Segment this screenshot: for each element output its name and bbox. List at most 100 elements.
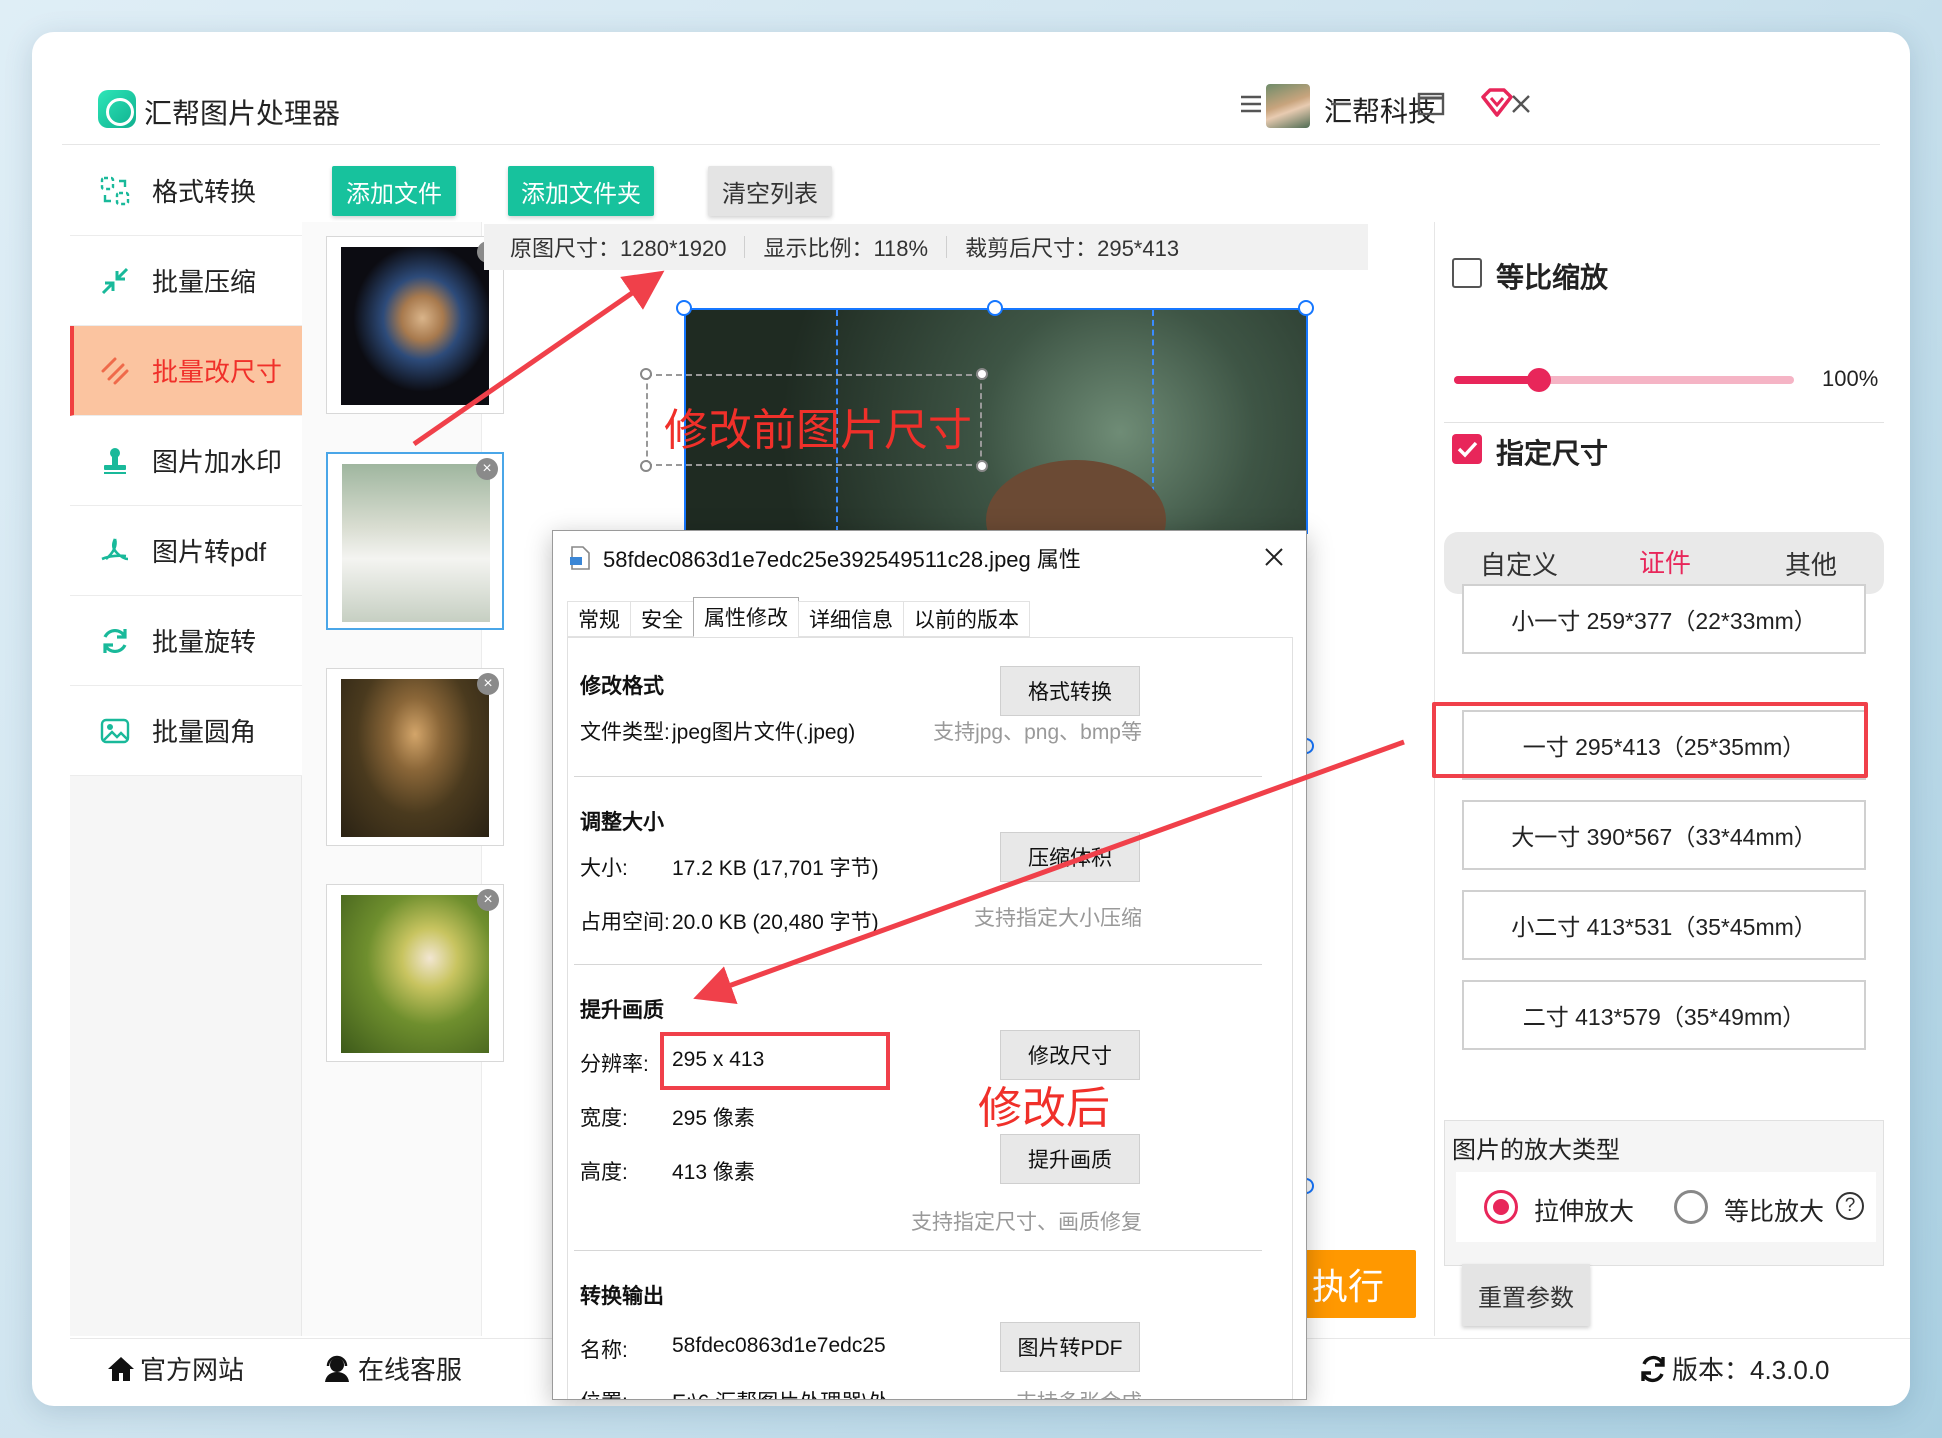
size-option[interactable]: 大一寸 390*567（33*44mm） [1462,800,1866,870]
sidebar-item-label: 批量旋转 [152,627,257,657]
resize-icon [98,354,132,388]
format-hint: 支持jpg、png、bmp等 [933,721,1142,744]
add-folder-button[interactable]: 添加文件夹 [508,166,654,216]
annotation-handle [976,368,988,380]
thumbnail-item[interactable]: × [326,884,504,1062]
tab-details[interactable]: 详细信息 [798,601,904,637]
before-size-annotation: 修改前图片尺寸 [664,406,972,455]
dialog-close-icon[interactable] [1256,539,1292,575]
resolution-highlight [660,1032,890,1090]
refresh-icon [1641,1355,1665,1382]
divider [744,236,746,258]
annotation-handle [640,368,652,380]
app-window: 汇帮图片处理器 汇帮科技 格式转换 批量压缩 批量改尺寸 图片加水印 图片转pd… [32,32,1910,1406]
version-info[interactable]: 版本：4.3.0.0 [1638,1350,1830,1387]
thumbnail-item[interactable]: × [326,236,504,414]
sidebar-item-label: 批量压缩 [152,267,257,297]
resolution-label: 分辨率: [580,1053,649,1076]
preview-subject [986,460,1166,532]
compress-button[interactable]: 压缩体积 [1000,832,1140,882]
crop-handle[interactable] [1298,300,1314,316]
sidebar: 格式转换 批量压缩 批量改尺寸 图片加水印 图片转pdf 批量旋转 批量圆角 [70,146,302,1336]
minimize-icon[interactable] [1316,82,1366,126]
sidebar-item-compress[interactable]: 批量压缩 [70,236,302,326]
help-icon[interactable]: ? [1836,1192,1864,1220]
specified-size-checkbox[interactable] [1452,434,1482,464]
after-annotation: 修改后 [978,1084,1110,1133]
sidebar-item-roundcorner[interactable]: 批量圆角 [70,686,302,776]
sidebar-item-label: 图片加水印 [152,447,283,477]
remove-thumbnail-icon[interactable]: × [477,673,499,695]
width-value: 295 像素 [672,1107,755,1130]
proportional-zoom-label: 等比放大 [1724,1198,1825,1226]
proportional-zoom-radio[interactable] [1674,1190,1708,1224]
sidebar-item-rotate[interactable]: 批量旋转 [70,596,302,686]
sidebar-item-label: 批量改尺寸 [152,357,283,387]
close-icon[interactable] [1496,82,1546,126]
sidebar-item-label: 图片转pdf [152,537,267,567]
sidebar-item-resize[interactable]: 批量改尺寸 [70,326,302,416]
dialog-titlebar: 58fdec0863d1e7edc25e392549511c28.jpeg 属性 [553,531,1306,585]
compress-hint: 支持指定大小压缩 [974,907,1142,930]
tab-previous-versions[interactable]: 以前的版本 [903,601,1030,637]
resize-button[interactable]: 修改尺寸 [1000,1030,1140,1080]
divider [574,1250,1262,1251]
divider [574,776,1262,777]
dialog-tabs: 常规 安全 属性修改 详细信息 以前的版本 [567,597,1030,637]
crop-handle[interactable] [987,300,1003,316]
sidebar-item-topdf[interactable]: 图片转pdf [70,506,302,596]
enhance-quality-button[interactable]: 提升画质 [1000,1134,1140,1184]
tab-general[interactable]: 常规 [567,601,631,637]
menu-icon[interactable] [1226,82,1276,126]
thumbnail-image [341,679,489,837]
dialog-title: 58fdec0863d1e7edc25e392549511c28.jpeg 属性 [603,547,1081,572]
width-label: 宽度: [580,1107,628,1130]
reset-params-button[interactable]: 重置参数 [1462,1264,1590,1326]
to-pdf-button[interactable]: 图片转PDF [1000,1322,1140,1372]
quality-hint: 支持指定尺寸、画质修复 [911,1211,1142,1234]
sidebar-item-format[interactable]: 格式转换 [70,146,302,236]
online-service-label: 在线客服 [358,1355,463,1385]
stretch-label: 拉伸放大 [1534,1198,1635,1226]
crop-handle[interactable] [676,300,692,316]
file-icon [570,546,590,570]
file-type-value: jpeg图片文件(.jpeg) [672,721,856,744]
tab-security[interactable]: 安全 [630,601,694,637]
location-value: E:\6.汇帮图片处理器\处 [672,1386,898,1399]
thumbnail-item[interactable]: × [326,668,504,846]
clear-list-button[interactable]: 清空列表 [708,166,832,216]
version-label: 版本：4.3.0.0 [1672,1355,1830,1385]
tab-property-edit[interactable]: 属性修改 [693,597,799,637]
format-convert-icon [98,174,132,208]
thumbnail-list: × × × × [302,222,504,1336]
location-label: 位置: [580,1386,628,1399]
add-file-button[interactable]: 添加文件 [332,166,456,216]
official-website-link[interactable]: 官方网站 [106,1350,244,1387]
thumbnail-item[interactable]: × [326,452,504,630]
pdf-hint: 支持多张合成 [948,1386,1142,1399]
quality-section-title: 提升画质 [580,999,664,1022]
sidebar-item-watermark[interactable]: 图片加水印 [70,416,302,506]
original-size-text: 原图尺寸：1280*1920 [510,236,727,261]
image-info-bar: 原图尺寸：1280*1920 显示比例：118% 裁剪后尺寸：295*413 [484,224,1368,270]
thumbnail-image [342,464,490,622]
divider [946,236,948,258]
format-convert-button[interactable]: 格式转换 [1000,666,1140,716]
remove-thumbnail-icon[interactable]: × [476,458,498,480]
scale-slider-handle[interactable] [1527,368,1551,392]
pdf-icon [98,534,132,568]
home-icon [108,1356,134,1381]
official-website-label: 官方网站 [140,1355,245,1385]
proportional-checkbox[interactable] [1452,258,1482,288]
stretch-radio[interactable] [1484,1190,1518,1224]
remove-thumbnail-icon[interactable]: × [477,889,499,911]
size-option[interactable]: 小二寸 413*531（35*45mm） [1462,890,1866,960]
sidebar-item-label: 批量圆角 [152,717,257,747]
maximize-icon[interactable] [1406,82,1456,126]
scale-percent: 100% [1822,366,1879,391]
size-option[interactable]: 小一寸 259*377（22*33mm） [1462,584,1866,654]
selected-size-highlight [1432,702,1868,778]
zoom-type-title: 图片的放大类型 [1452,1137,1620,1164]
size-option[interactable]: 二寸 413*579（35*49mm） [1462,980,1866,1050]
online-service-link[interactable]: 在线客服 [322,1350,462,1387]
